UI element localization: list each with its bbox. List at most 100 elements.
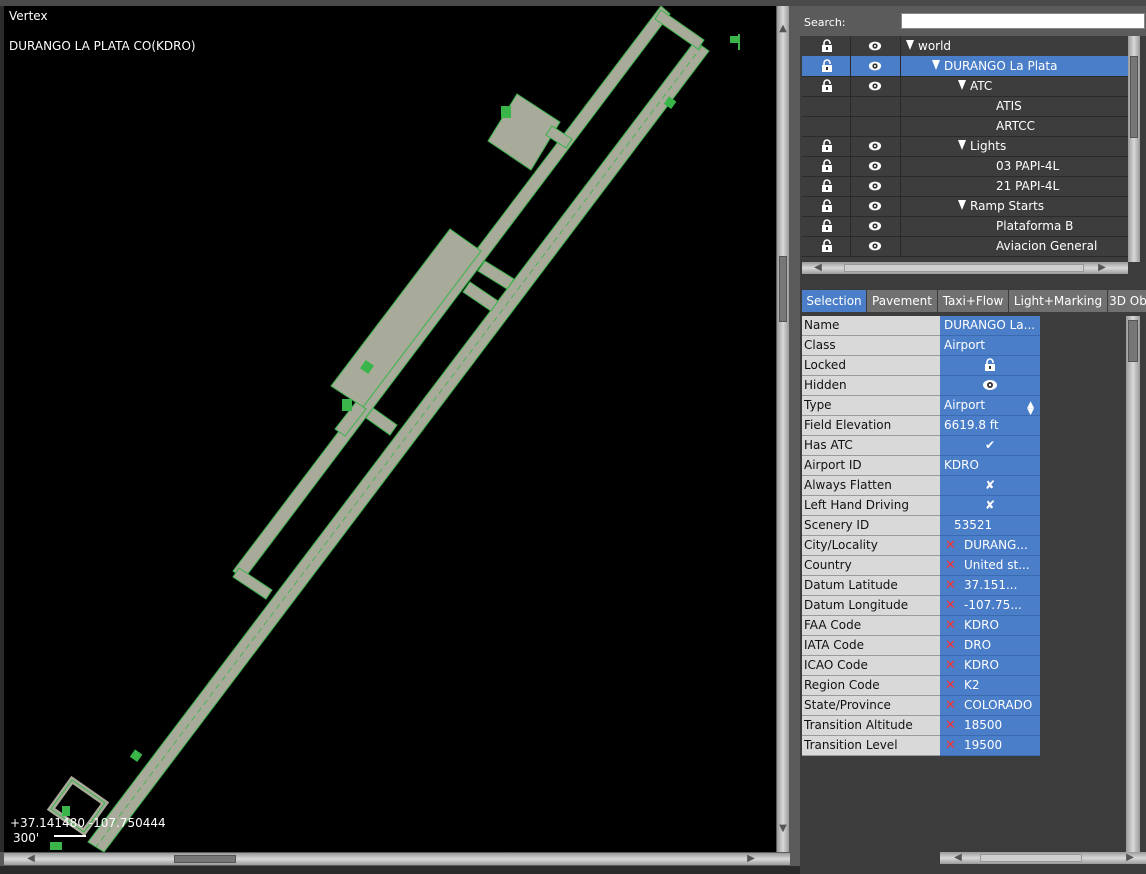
tree-row[interactable]: 03 PAPI-4L (802, 156, 1128, 177)
property-value[interactable]: KDRO (940, 456, 1040, 476)
hierarchy-tree[interactable]: world DURANGO La Plata ATC ATIS ARTCC Lights 0… (802, 36, 1128, 262)
property-value[interactable]: ✕ COLORADO (940, 696, 1040, 716)
delete-x-icon[interactable]: ✕ (945, 636, 956, 655)
properties-horizontal-scroll-thumb[interactable] (980, 854, 1082, 862)
delete-x-icon[interactable]: ✕ (945, 576, 956, 595)
scroll-left-icon[interactable]: ◀ (948, 853, 968, 863)
tab-selection[interactable]: Selection (802, 290, 867, 312)
property-value[interactable]: ✕ DRO (940, 636, 1040, 656)
eye-icon[interactable] (868, 79, 882, 93)
eye-icon[interactable] (868, 159, 882, 173)
tree-row[interactable]: Lights (802, 136, 1128, 157)
tree-row[interactable]: Plataforma B (802, 216, 1128, 237)
map-viewport[interactable]: Vertex DURANGO LA PLATA CO(KDRO) +37.141… (4, 6, 776, 852)
search-input[interactable] (901, 13, 1145, 29)
lock-icon[interactable] (820, 39, 834, 53)
tree-vertical-scrollbar[interactable] (1128, 36, 1140, 262)
delete-x-icon[interactable]: ✕ (945, 676, 956, 695)
scroll-left-icon[interactable]: ◀ (24, 854, 38, 864)
tab-light-marking[interactable]: Light+Marking (1009, 290, 1108, 312)
property-value[interactable]: ✕ 18500 (940, 716, 1040, 736)
property-value[interactable] (940, 356, 1040, 376)
property-value[interactable]: ✕ KDRO (940, 656, 1040, 676)
property-value[interactable]: ✘ (940, 496, 1040, 516)
delete-x-icon[interactable]: ✕ (945, 716, 956, 735)
map-horizontal-scrollbar[interactable]: ◀ ▶ (4, 853, 790, 865)
scroll-down-icon[interactable]: ▼ (778, 824, 788, 834)
taxiway-connector-south[interactable] (232, 567, 273, 600)
tree-row[interactable]: Ramp Starts (802, 196, 1128, 217)
tree-vertical-scroll-thumb[interactable] (1130, 56, 1138, 138)
papi-light-icon[interactable] (129, 749, 143, 762)
property-value[interactable] (940, 376, 1040, 396)
property-value[interactable]: DURANGO La... (940, 316, 1040, 336)
properties-horizontal-scrollbar[interactable]: ◀ ▶ (940, 852, 1146, 864)
tree-row[interactable]: ARTCC (802, 116, 1128, 137)
taxiway-connector-a[interactable] (477, 260, 515, 290)
property-value[interactable]: 6619.8 ft (940, 416, 1040, 436)
lock-icon[interactable] (820, 159, 834, 173)
delete-x-icon[interactable]: ✕ (945, 556, 956, 575)
eye-icon[interactable] (868, 219, 882, 233)
property-value[interactable]: Airport (940, 336, 1040, 356)
delete-x-icon[interactable]: ✕ (945, 696, 956, 715)
eye-icon[interactable] (868, 59, 882, 73)
lock-icon[interactable] (820, 179, 834, 193)
eye-icon[interactable] (868, 139, 882, 153)
expand-triangle-icon[interactable] (958, 140, 966, 150)
property-value[interactable]: ✕ 19500 (940, 736, 1040, 756)
properties-vertical-scroll-thumb[interactable] (1128, 320, 1138, 362)
checkbox-icon[interactable]: ✔ (940, 436, 1040, 455)
ramp-start-icon[interactable] (501, 106, 511, 118)
taxiway-connector-north[interactable] (654, 9, 705, 50)
property-value[interactable]: 53521 (940, 516, 1040, 536)
ramp-start-icon[interactable] (62, 806, 70, 816)
property-value[interactable]: ✕ DURANG... (940, 536, 1040, 556)
updown-arrows-icon[interactable]: ▼ (1027, 403, 1034, 415)
tree-row[interactable]: Aviacion General (802, 236, 1128, 257)
property-value[interactable]: ✕ KDRO (940, 616, 1040, 636)
delete-x-icon[interactable]: ✕ (945, 536, 956, 555)
scroll-right-icon[interactable]: ▶ (1120, 853, 1140, 863)
lock-icon[interactable] (820, 139, 834, 153)
windsock-icon[interactable] (730, 34, 740, 50)
tree-horizontal-scroll-thumb[interactable] (844, 264, 1084, 272)
property-value[interactable]: ✕ K2 (940, 676, 1040, 696)
tree-row[interactable]: DURANGO La Plata (802, 56, 1128, 77)
eye-icon[interactable] (868, 179, 882, 193)
tree-row[interactable]: ATC (802, 76, 1128, 97)
property-value[interactable]: ✕ -107.75... (940, 596, 1040, 616)
property-value[interactable]: ✘ (940, 476, 1040, 496)
lock-icon[interactable] (820, 79, 834, 93)
expand-triangle-icon[interactable] (906, 40, 914, 50)
taxiway-connector-c[interactable] (365, 407, 398, 436)
property-value[interactable]: ✔ (940, 436, 1040, 456)
tree-horizontal-scrollbar[interactable]: ◀ ▶ (802, 262, 1128, 274)
property-value[interactable]: ✕ 37.151... (940, 576, 1040, 596)
delete-x-icon[interactable]: ✕ (945, 656, 956, 675)
lock-icon[interactable] (820, 199, 834, 213)
delete-x-icon[interactable]: ✕ (945, 736, 956, 755)
scroll-left-icon[interactable]: ◀ (808, 263, 828, 273)
delete-x-icon[interactable]: ✕ (945, 596, 956, 615)
eye-icon[interactable] (868, 239, 882, 253)
map-horizontal-scroll-thumb[interactable] (174, 855, 236, 863)
checkbox-icon[interactable]: ✘ (940, 476, 1040, 495)
scroll-up-icon[interactable]: ▲ (778, 24, 788, 34)
tree-row[interactable]: world (802, 36, 1128, 57)
taxiway-connector-b[interactable] (462, 281, 499, 312)
windsock-icon[interactable] (50, 842, 62, 850)
eye-icon[interactable] (868, 199, 882, 213)
map-vertical-scrollbar[interactable]: ▲ ▼ (777, 6, 789, 852)
tab-pavement[interactable]: Pavement (867, 290, 938, 312)
parallel-taxiway[interactable] (232, 6, 671, 580)
properties-vertical-scrollbar[interactable] (1126, 316, 1140, 852)
tree-row[interactable]: 21 PAPI-4L (802, 176, 1128, 197)
lock-toggle[interactable] (940, 356, 1040, 375)
expand-triangle-icon[interactable] (958, 80, 966, 90)
checkbox-icon[interactable]: ✘ (940, 496, 1040, 515)
tree-row[interactable]: ATIS (802, 96, 1128, 117)
lock-icon[interactable] (820, 239, 834, 253)
ramp-start-icon[interactable] (342, 399, 352, 411)
scroll-right-icon[interactable]: ▶ (744, 854, 758, 864)
